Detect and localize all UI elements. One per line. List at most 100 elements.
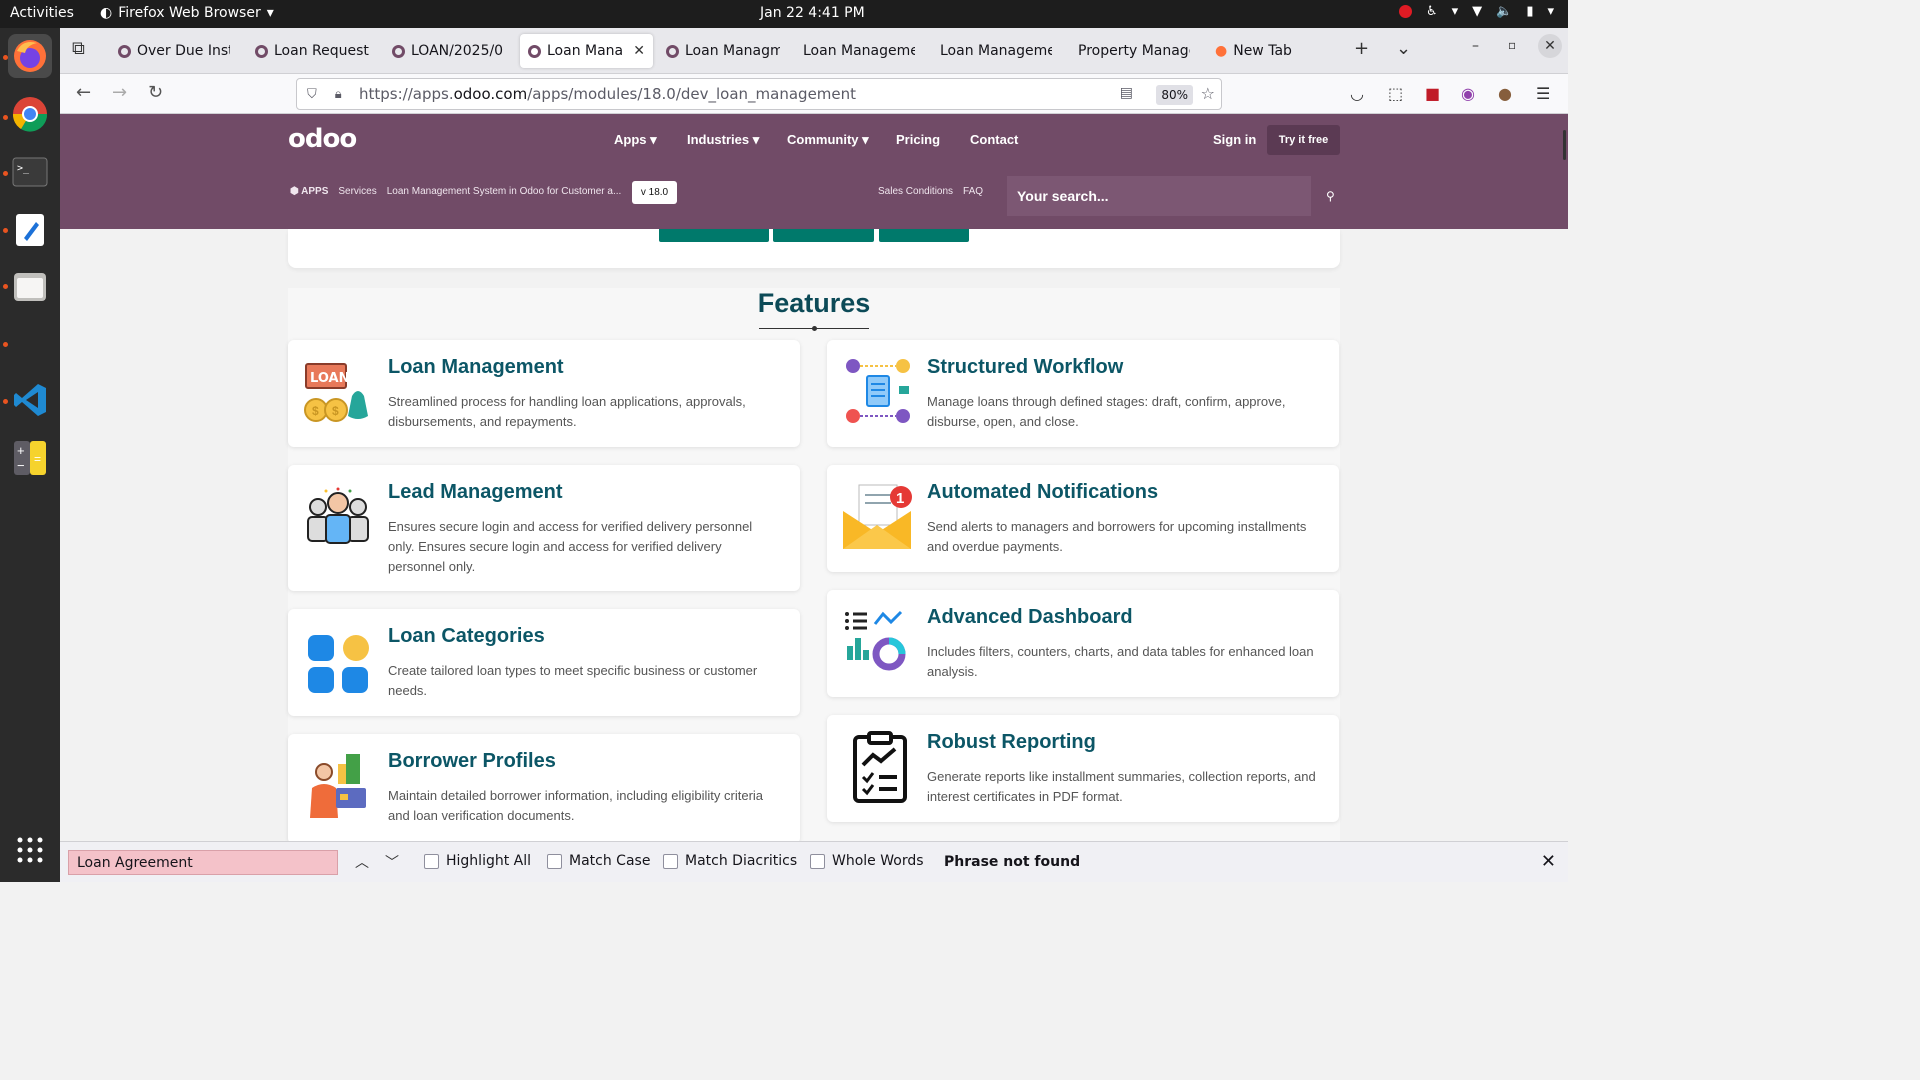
odoo-favicon-icon: [528, 44, 541, 58]
reader-view-icon[interactable]: ▤: [1120, 85, 1133, 101]
volume-icon: 🔈: [1496, 4, 1513, 19]
scrollbar-thumb[interactable]: [1563, 130, 1566, 160]
close-find-bar-icon[interactable]: ✕: [1541, 851, 1556, 872]
tab-8[interactable]: Property Manage: [1070, 34, 1198, 68]
tab-2[interactable]: Loan Request: [247, 34, 377, 68]
whole-words-checkbox[interactable]: Whole Words: [810, 853, 924, 869]
title-divider-dot: [812, 326, 817, 331]
calculator-dock-icon[interactable]: + − =: [8, 436, 52, 480]
nav-apps[interactable]: Apps ▾: [614, 132, 657, 148]
page-viewport: odoo Apps ▾ Industries ▾ Community ▾ Pri…: [60, 114, 1568, 841]
shield-icon[interactable]: ⛉: [307, 87, 317, 102]
url-bar[interactable]: ⛉ 🔒︎ https://apps.odoo.com/apps/modules/…: [296, 78, 1222, 110]
list-tabs-icon[interactable]: ⌄: [1396, 38, 1411, 59]
minimize-icon[interactable]: –: [1472, 38, 1479, 54]
report-clipboard-icon: [853, 731, 907, 803]
reload-icon[interactable]: ↻: [148, 82, 163, 103]
feature-card-lead-management: Lead Management Ensures secure login and…: [288, 465, 800, 591]
highlight-all-checkbox[interactable]: Highlight All: [424, 853, 531, 869]
odoo-logo[interactable]: odoo: [288, 124, 357, 154]
system-top-bar: Activities ◐ Firefox Web Browser ▾ Jan 2…: [0, 0, 1568, 28]
match-case-checkbox[interactable]: Match Case: [547, 853, 650, 869]
breadcrumb-apps[interactable]: ⬢ APPS: [290, 186, 328, 197]
nav-pricing[interactable]: Pricing: [896, 132, 940, 147]
search-input[interactable]: Your search...: [1007, 176, 1311, 216]
chevron-down-icon: ▾: [1547, 4, 1554, 19]
extension-red-icon[interactable]: ■: [1425, 84, 1440, 103]
firefox-favicon-icon: ●: [1215, 43, 1228, 59]
show-apps-grid-icon[interactable]: [8, 828, 52, 872]
feature-description: Ensures secure login and access for veri…: [388, 519, 753, 574]
tab-9[interactable]: ● New Tab: [1207, 34, 1335, 68]
tab-overview-icon[interactable]: ⧉: [72, 38, 85, 59]
find-previous-icon[interactable]: ︿: [355, 852, 369, 872]
lock-icon[interactable]: 🔒︎: [335, 87, 342, 102]
vscode-dock-icon[interactable]: [8, 378, 52, 422]
close-tab-icon[interactable]: ✕: [633, 43, 645, 59]
community-button[interactable]: [659, 229, 769, 242]
nav-contact[interactable]: Contact: [970, 132, 1018, 147]
find-input[interactable]: Loan Agreement: [68, 850, 338, 875]
search-icon[interactable]: ⚲: [1326, 189, 1335, 203]
tab-7[interactable]: Loan Manageme: [932, 34, 1060, 68]
breadcrumb-services[interactable]: Services: [338, 186, 376, 197]
terminal-dock-icon[interactable]: >_: [8, 150, 52, 194]
borrower-icon: [310, 754, 366, 818]
odoo-favicon-icon: [666, 44, 679, 58]
menu-hamburger-icon[interactable]: ☰: [1536, 84, 1550, 103]
system-tray[interactable]: ♿ ▾ ▼ 🔈 ▮ ▾: [1398, 4, 1554, 19]
extension-avatar-icon[interactable]: ●: [1498, 84, 1512, 103]
bookmark-star-icon[interactable]: ☆: [1201, 84, 1215, 103]
chrome-dock-icon[interactable]: [8, 92, 52, 136]
feature-card-loan-categories: Loan Categories Create tailored loan typ…: [288, 609, 800, 716]
zoom-level[interactable]: 80%: [1156, 85, 1193, 105]
firefox-dock-icon[interactable]: [8, 34, 52, 78]
new-tab-icon[interactable]: +: [1354, 38, 1369, 59]
forward-icon[interactable]: →: [112, 82, 127, 103]
extension-color-icon[interactable]: ◉: [1461, 84, 1475, 103]
tab-5[interactable]: Loan Managm: [658, 34, 788, 68]
tab-1[interactable]: Over Due Inst: [110, 34, 238, 68]
feature-title: Loan Categories: [388, 625, 545, 647]
svg-text:$: $: [332, 404, 339, 418]
sign-in-link[interactable]: Sign in: [1213, 132, 1256, 147]
version-selector[interactable]: v 18.0: [632, 181, 677, 204]
odoo-sh-button[interactable]: [879, 229, 969, 242]
clock[interactable]: Jan 22 4:41 PM: [760, 5, 865, 21]
url-text[interactable]: https://apps.odoo.com/apps/modules/18.0/…: [359, 85, 856, 103]
extensions-icon[interactable]: ⬚: [1388, 84, 1403, 103]
workflow-icon: [846, 359, 910, 423]
feature-description: Generate reports like installment summar…: [927, 769, 1316, 804]
odoo-favicon-icon: [118, 44, 131, 58]
close-window-icon[interactable]: ✕: [1538, 34, 1562, 58]
breadcrumb: ⬢ APPS Services Loan Management System i…: [290, 186, 621, 197]
app-name: Firefox Web Browser: [118, 5, 261, 21]
features-title: Features: [757, 288, 871, 318]
enterprise-button[interactable]: [773, 229, 874, 242]
feature-title: Robust Reporting: [927, 731, 1096, 753]
svg-text:$: $: [312, 404, 319, 418]
find-next-icon[interactable]: ﹀: [385, 852, 399, 872]
sales-conditions-link[interactable]: Sales Conditions: [878, 186, 953, 197]
tab-active[interactable]: Loan Manag✕: [520, 34, 653, 68]
back-icon[interactable]: ←: [76, 82, 91, 103]
faq-link[interactable]: FAQ: [963, 186, 983, 197]
files-dock-icon[interactable]: [8, 264, 52, 308]
activities-button[interactable]: Activities: [10, 5, 74, 21]
feature-description: Includes filters, counters, charts, and …: [927, 644, 1314, 679]
app-menu[interactable]: ◐ Firefox Web Browser ▾: [100, 5, 274, 21]
feature-title: Advanced Dashboard: [927, 606, 1133, 628]
pocket-icon[interactable]: ◡: [1350, 84, 1364, 103]
sales-links: Sales Conditions FAQ: [878, 186, 983, 197]
find-status: Phrase not found: [944, 854, 1081, 870]
match-diacritics-checkbox[interactable]: Match Diacritics: [663, 853, 797, 869]
find-bar: Loan Agreement ︿ ﹀ Highlight All Match C…: [60, 841, 1568, 882]
try-free-button[interactable]: Try it free: [1267, 125, 1340, 155]
tab-6[interactable]: Loan Manageme: [795, 34, 923, 68]
svg-text:+: +: [17, 443, 25, 458]
text-editor-dock-icon[interactable]: [8, 208, 52, 252]
nav-community[interactable]: Community ▾: [787, 132, 869, 148]
restore-icon[interactable]: ▫: [1508, 38, 1516, 52]
tab-3[interactable]: LOAN/2025/0: [384, 34, 514, 68]
nav-industries[interactable]: Industries ▾: [687, 132, 759, 148]
